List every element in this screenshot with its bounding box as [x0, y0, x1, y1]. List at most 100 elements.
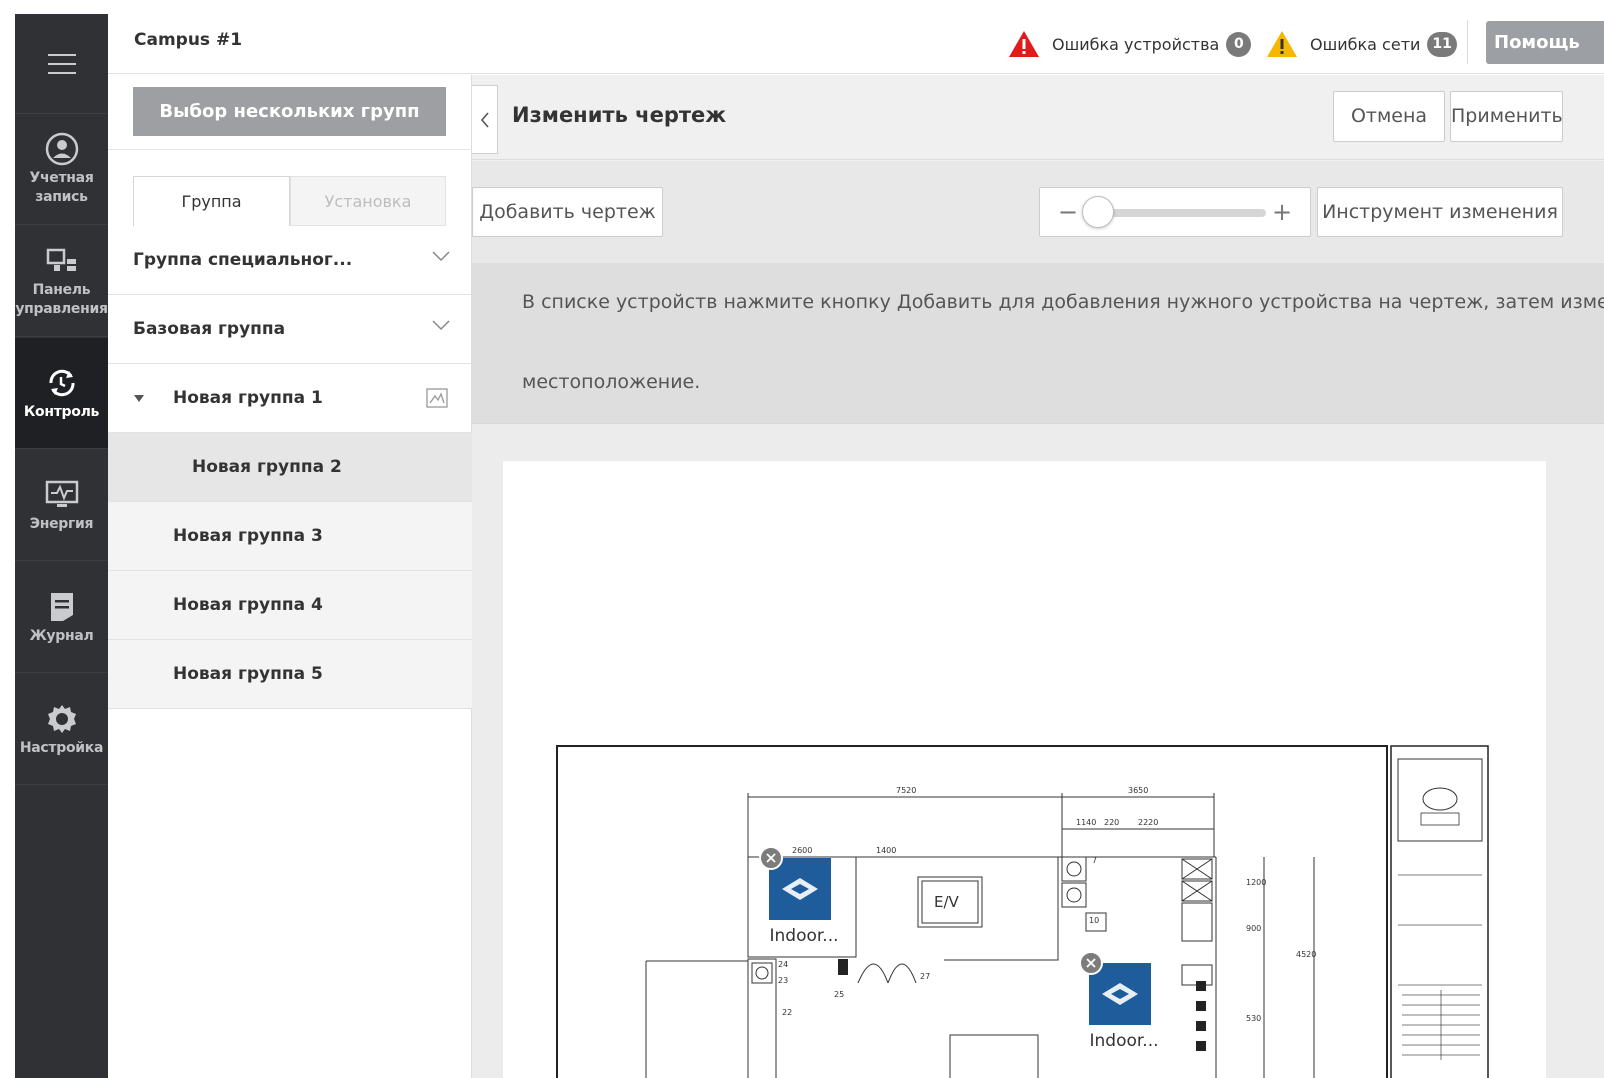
- group-label: Группа специальног...: [133, 250, 353, 270]
- apply-button[interactable]: Применить: [1450, 91, 1563, 142]
- hamburger-menu-button[interactable]: [15, 14, 108, 114]
- group-label: Новая группа 5: [173, 664, 323, 684]
- account-icon: [44, 131, 80, 167]
- svg-text:27: 27: [920, 972, 930, 981]
- zoom-out-button[interactable]: −: [1058, 198, 1078, 226]
- svg-text:2600: 2600: [792, 846, 812, 855]
- chevron-down-icon[interactable]: [432, 250, 450, 262]
- cancel-button[interactable]: Отмена: [1333, 91, 1445, 142]
- gear-icon: [44, 701, 80, 737]
- nav-label: Энергия: [29, 515, 94, 532]
- device-name: Indoor...: [769, 926, 839, 946]
- chevron-down-icon[interactable]: [432, 319, 450, 331]
- svg-text:E/V: E/V: [934, 893, 960, 911]
- caret-down-icon[interactable]: [133, 394, 145, 403]
- zoom-control: − +: [1039, 187, 1311, 237]
- remove-device-button[interactable]: [759, 846, 783, 870]
- svg-text:24: 24: [778, 960, 788, 969]
- svg-text:1400: 1400: [876, 846, 896, 855]
- notice-text: местоположение.: [522, 371, 701, 393]
- tab-group[interactable]: Группа: [133, 176, 290, 226]
- nav-label: Учетная запись: [29, 170, 94, 205]
- svg-text:530: 530: [1246, 1014, 1261, 1023]
- drawing-canvas[interactable]: 7520 3650 1140 220 2220 2600 1400 E/V 24 23 25…: [503, 461, 1546, 1078]
- svg-text:23: 23: [778, 976, 788, 985]
- log-icon: [44, 589, 80, 625]
- nav-item-log[interactable]: Журнал: [15, 562, 108, 673]
- group-label: Базовая группа: [133, 319, 286, 339]
- drawing-editor: Изменить чертеж Отмена Применить Добавит…: [472, 75, 1604, 1078]
- nav-label: Настройка: [19, 739, 104, 756]
- drawing-canvas-area: 7520 3650 1140 220 2220 2600 1400 E/V 24 23 25…: [472, 423, 1604, 1078]
- control-icon: [44, 365, 80, 401]
- svg-text:10: 10: [1089, 916, 1099, 925]
- nav-label: Контроль: [23, 403, 100, 420]
- nav-label: Журнал: [29, 627, 94, 644]
- group-row-new-5[interactable]: Новая группа 5: [108, 640, 472, 709]
- chevron-left-icon: [480, 111, 489, 128]
- network-error-count: 11: [1427, 31, 1457, 57]
- device-error-label: Ошибка устройства: [1052, 34, 1220, 54]
- zoom-in-button[interactable]: +: [1272, 198, 1292, 226]
- group-label: Новая группа 4: [173, 595, 323, 615]
- page-title: Изменить чертеж: [512, 103, 727, 127]
- svg-text:25: 25: [834, 990, 844, 999]
- svg-text:900: 900: [1246, 924, 1261, 933]
- close-icon: [1086, 958, 1096, 968]
- svg-text:3650: 3650: [1128, 786, 1148, 795]
- group-label: Новая группа 2: [192, 457, 342, 477]
- group-row-new-1[interactable]: Новая группа 1: [108, 364, 472, 433]
- edit-tool-button[interactable]: Инструмент изменения: [1317, 187, 1563, 237]
- instruction-notice: В списке устройств нажмите кнопку Добави…: [472, 263, 1604, 423]
- svg-text:1140: 1140: [1076, 818, 1096, 827]
- group-row-new-2[interactable]: Новая группа 2: [108, 433, 472, 502]
- device-name: Indoor...: [1089, 1031, 1159, 1051]
- drawing-icon[interactable]: [426, 388, 448, 408]
- divider: [108, 149, 472, 150]
- group-row-new-3[interactable]: Новая группа 3: [108, 502, 472, 571]
- top-header: Campus #1 Ошибка устройства 0 Ошибка сет…: [108, 14, 1604, 74]
- svg-text:2220: 2220: [1138, 818, 1158, 827]
- hamburger-icon: [47, 53, 76, 74]
- editor-toolbar: Добавить чертеж − + Инструмент изменения: [472, 161, 1604, 263]
- nav-item-control[interactable]: Контроль: [15, 338, 108, 449]
- help-button[interactable]: Помощь: [1486, 21, 1604, 64]
- tab-install[interactable]: Установка: [290, 176, 446, 226]
- close-icon: [766, 853, 776, 863]
- warning-icon: [1267, 31, 1297, 57]
- notice-text: В списке устройств нажмите кнопку Добави…: [522, 291, 1604, 313]
- zoom-slider[interactable]: [1100, 209, 1266, 217]
- device-error-icon: [1009, 31, 1039, 57]
- group-panel: Выбор нескольких групп Группа Установка …: [108, 75, 472, 1078]
- device-error-count: 0: [1226, 31, 1252, 57]
- group-row-new-4[interactable]: Новая группа 4: [108, 571, 472, 640]
- network-error-label: Ошибка сети: [1310, 34, 1421, 54]
- energy-icon: [44, 477, 80, 513]
- svg-text:4520: 4520: [1296, 950, 1316, 959]
- nav-item-account[interactable]: Учетная запись: [15, 114, 108, 225]
- site-title: Campus #1: [134, 30, 243, 50]
- floor-plan-drawing: 7520 3650 1140 220 2220 2600 1400 E/V 24 23 25…: [556, 745, 1489, 1078]
- multi-group-select-button[interactable]: Выбор нескольких групп: [133, 87, 446, 136]
- svg-text:22: 22: [782, 1008, 792, 1017]
- svg-text:7520: 7520: [896, 786, 916, 795]
- group-row-special[interactable]: Группа специальног...: [108, 226, 472, 295]
- main-nav: Учетная запись Панель управления Контрол…: [15, 14, 108, 1078]
- svg-text:7: 7: [1092, 856, 1097, 865]
- add-drawing-button[interactable]: Добавить чертеж: [472, 187, 663, 237]
- editor-title-bar: Изменить чертеж Отмена Применить: [472, 75, 1604, 160]
- nav-item-settings[interactable]: Настройка: [15, 674, 108, 785]
- network-error-indicator[interactable]: Ошибка сети 11: [1266, 30, 1457, 58]
- remove-device-button[interactable]: [1079, 951, 1103, 975]
- svg-text:1200: 1200: [1246, 878, 1266, 887]
- group-row-basic[interactable]: Базовая группа: [108, 295, 472, 364]
- collapse-panel-button[interactable]: [472, 85, 498, 154]
- group-label: Новая группа 1: [173, 388, 323, 408]
- header-divider: [1467, 20, 1468, 64]
- device-error-indicator[interactable]: Ошибка устройства 0: [1008, 30, 1252, 58]
- svg-text:220: 220: [1104, 818, 1119, 827]
- group-label: Новая группа 3: [173, 526, 323, 546]
- nav-item-energy[interactable]: Энергия: [15, 450, 108, 561]
- zoom-slider-handle[interactable]: [1082, 196, 1114, 228]
- nav-item-dashboard[interactable]: Панель управления: [15, 226, 108, 337]
